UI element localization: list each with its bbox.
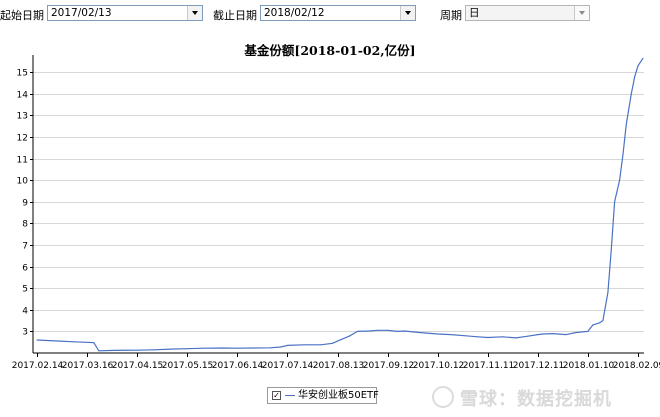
legend: ✓ 华安创业板50ETF [267,387,379,404]
x-tick-label: 2018.02.09 [613,361,660,371]
x-tick-label: 2018.01.10 [563,361,615,371]
y-tick-label: 5 [22,285,28,295]
data-point [619,179,621,181]
x-tick-label: 2017.05.15 [162,361,214,371]
data-point [83,341,85,343]
data-point [450,334,452,336]
data-point [170,348,172,350]
x-tick-label: 2017.03.16 [62,361,114,371]
data-point [634,76,636,78]
y-tick-label: 7 [22,242,28,252]
data-point [59,340,61,342]
y-tick-label: 13 [17,112,28,122]
data-point [622,153,624,155]
series-line [36,57,644,352]
data-point [236,347,238,349]
data-point [625,123,627,125]
x-tick-label: 2017.09.12 [363,361,415,371]
data-point [575,332,577,333]
data-point [552,333,554,335]
y-tick-label: 4 [22,307,28,317]
grid-lines [33,72,644,332]
axes [32,55,644,354]
series-layer [36,57,644,352]
y-tick-label: 11 [17,156,28,166]
data-point [418,332,420,333]
data-point [93,342,95,344]
data-point [203,347,205,349]
x-tick-label: 2017.11.11 [463,361,515,371]
data-point [542,333,544,335]
y-tick-label: 14 [17,91,29,101]
data-point [46,340,48,341]
x-tick-label: 2017.12.11 [513,361,565,371]
data-point [280,346,282,348]
data-point [357,330,358,332]
data-point [153,349,155,351]
data-point [186,348,188,350]
y-tick-label: 9 [22,199,28,209]
data-point [610,248,612,250]
data-point [599,322,601,324]
data-point [320,344,322,346]
data-point [221,347,223,349]
y-tick-label: 10 [17,177,29,187]
data-point [515,337,517,339]
data-point [387,329,389,331]
data-point [36,339,38,341]
y-tick-label: 12 [17,134,28,144]
data-point [377,329,379,331]
data-point [537,334,539,336]
data-point [348,335,350,337]
data-point [136,349,138,351]
data-point [637,65,639,67]
x-tick-label: 2017.08.13 [313,361,365,371]
data-point [607,292,609,293]
x-tick-label: 2017.07.14 [262,361,314,371]
data-point [527,335,529,337]
data-point [614,201,616,203]
snowball-logo-icon [432,386,454,408]
legend-checkbox[interactable]: ✓ [272,391,281,400]
legend-swatch [285,395,295,396]
y-tick-label: 3 [22,328,28,338]
data-point [487,337,489,338]
data-point [303,344,305,346]
x-tick-label: 2017.06.14 [212,361,264,371]
watermark: 雪球：数据挖掘机 [432,385,612,411]
x-tick-label: 2017.02.14 [12,361,64,371]
data-point [592,324,594,326]
y-tick-label: 8 [22,220,28,230]
data-point [630,93,632,95]
data-point [73,341,75,343]
data-point [477,336,479,338]
data-point [332,342,333,344]
data-point [270,347,272,349]
legend-label: 华安创业板50ETF [298,390,379,401]
x-tick-label: 2017.04.15 [112,361,164,371]
y-tick-label: 6 [22,264,28,274]
data-point [286,344,288,346]
data-point [642,57,644,59]
watermark-text: 雪球：数据挖掘机 [460,389,612,410]
data-point [602,320,604,322]
data-point [337,340,338,342]
data-point [368,330,370,332]
data-point [98,350,100,352]
data-point [587,330,589,332]
data-point [463,335,465,337]
y-axis-ticks: 3 4 5 6 7 8 9 10 11 12 13 14 15 [17,69,33,338]
data-point [502,336,504,338]
data-point [565,334,567,336]
data-point [437,333,439,335]
x-tick-label: 2017.10.12 [413,361,465,371]
data-point [113,349,115,351]
data-point [403,330,405,332]
y-tick-label: 15 [17,69,28,79]
line-chart: 3 4 5 6 7 8 9 10 11 12 13 14 15 2017.02.142017.03.16… [12,55,660,371]
data-point [397,330,399,332]
data-point [253,347,255,349]
x-axis-ticks: 2017.02.142017.03.162017.04.152017.05.15… [12,353,660,371]
